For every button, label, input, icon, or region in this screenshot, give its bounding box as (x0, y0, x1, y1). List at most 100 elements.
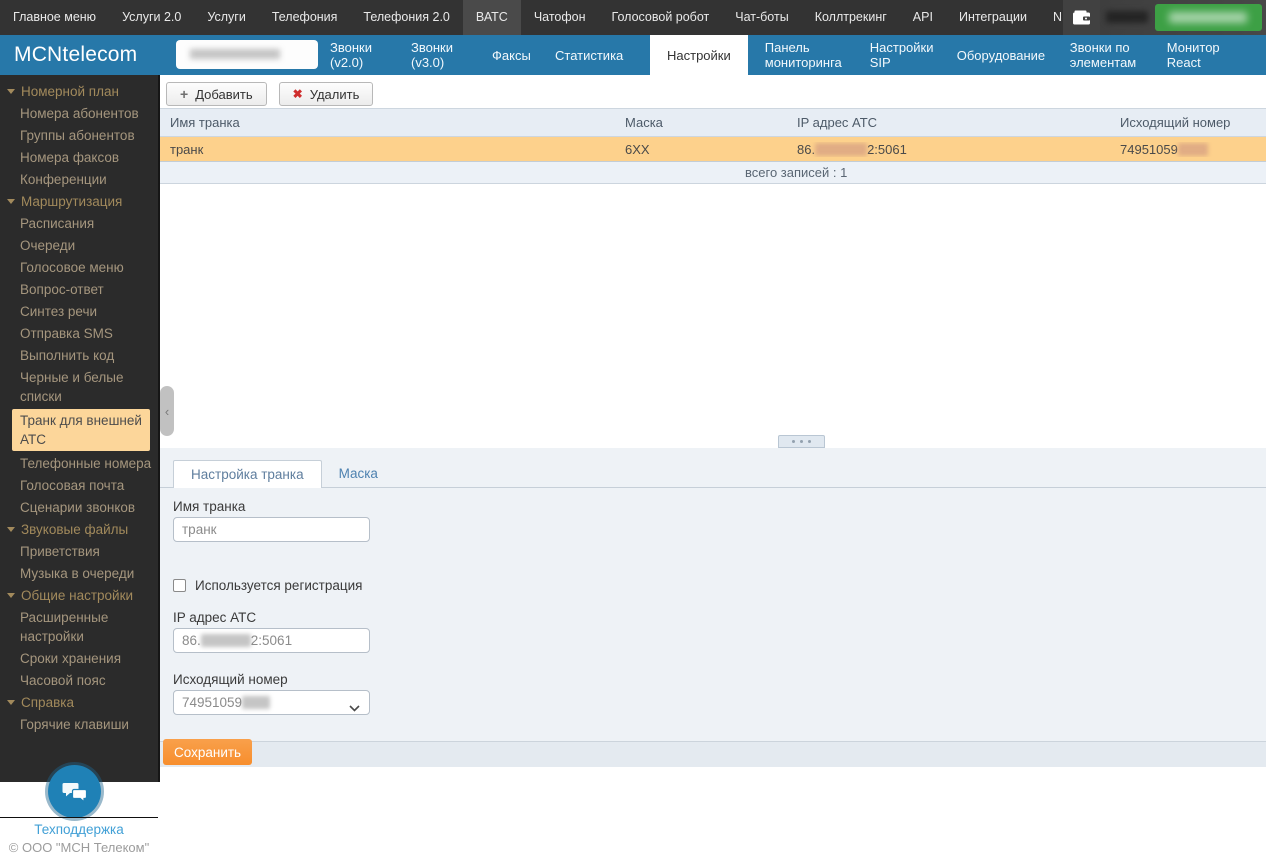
number-value-prefix: 74951059 (182, 695, 242, 710)
sidebar-item-greetings[interactable]: Приветствия (0, 541, 158, 562)
topnav-calltracking[interactable]: Коллтрекинг (802, 0, 900, 35)
registration-label: Используется регистрация (195, 578, 362, 593)
trunk-settings-form: Имя транка транк Используется регистраци… (160, 499, 1266, 715)
brand-bar: MCNtelecom Звонки (v2.0) Звонки (v3.0) Ф… (0, 35, 1266, 75)
cell-outgoing-number: 74951059 (1110, 142, 1266, 157)
topnav-vats[interactable]: ВАТС (463, 0, 521, 35)
sidebar-collapse-handle[interactable]: ‹ (160, 386, 174, 436)
delete-button[interactable]: ✖ Удалить (279, 82, 374, 106)
sidebar-section-routing[interactable]: Маршрутизация (0, 191, 158, 212)
add-button[interactable]: + Добавить (166, 82, 267, 106)
tab-sip-settings[interactable]: Настройки SIP (870, 35, 940, 75)
sidebar-section-number-plan[interactable]: Номерной план (0, 81, 158, 102)
support-link[interactable]: Техподдержка (0, 822, 158, 837)
sidebar-item-phone-numbers[interactable]: Телефонные номера (0, 453, 158, 474)
sidebar-item-schedules[interactable]: Расписания (0, 213, 158, 234)
panel-footer: Сохранить (160, 741, 1266, 767)
sidebar-item-advanced-settings[interactable]: Расширенные настройки (0, 607, 158, 647)
column-header-outgoing-number[interactable]: Исходящий номер (1110, 115, 1266, 130)
column-header-trunk-name[interactable]: Имя транка (160, 115, 615, 130)
topnav-api[interactable]: API (900, 0, 946, 35)
sidebar-item-conferences[interactable]: Конференции (0, 169, 158, 190)
delete-button-label: Удалить (310, 87, 360, 102)
add-button-label: Добавить (195, 87, 252, 102)
sidebar-section-label: Справка (21, 693, 74, 712)
column-header-pbx-ip[interactable]: IP адрес АТС (787, 115, 1110, 130)
column-header-mask[interactable]: Маска (615, 115, 787, 130)
drag-handle-dot (808, 440, 811, 443)
tab-settings[interactable]: Настройки (650, 35, 748, 75)
sidebar-section-general-settings[interactable]: Общие настройки (0, 585, 158, 606)
topnav-voice-robot[interactable]: Голосовой робот (599, 0, 723, 35)
tab-equipment[interactable]: Оборудование (957, 35, 1053, 75)
sidebar-item-black-white-lists[interactable]: Черные и белые списки (0, 367, 158, 407)
tab-calls-by-elements[interactable]: Звонки по элементам (1070, 35, 1150, 75)
pbx-ip-input[interactable]: 86. 2:5061 (173, 628, 370, 653)
tab-trunk-settings[interactable]: Настройка транка (173, 460, 322, 488)
tab-calls-v2[interactable]: Звонки (v2.0) (330, 35, 394, 75)
redacted-text-blur (190, 49, 280, 59)
sidebar-item-call-scenarios[interactable]: Сценарии звонков (0, 497, 158, 518)
cell-pbx-ip: 86.2:5061 (787, 142, 1110, 157)
record-count-text: всего записей : 1 (745, 165, 847, 180)
outgoing-number-select[interactable]: 74951059 (173, 690, 370, 715)
topup-button-redacted[interactable] (1155, 4, 1262, 31)
table-summary-row: всего записей : 1 (160, 162, 1266, 184)
trunk-name-value: транк (182, 522, 217, 537)
sidebar-item-subscriber-groups[interactable]: Группы абонентов (0, 125, 158, 146)
topnav-services-2[interactable]: Услуги 2.0 (109, 0, 194, 35)
sidebar-section-help[interactable]: Справка (0, 692, 158, 713)
support-chat-button[interactable] (48, 765, 101, 818)
sidebar-item-send-sms[interactable]: Отправка SMS (0, 323, 158, 344)
topnav-chat-bots[interactable]: Чат-боты (722, 0, 801, 35)
tab-faxes[interactable]: Факсы (492, 35, 538, 75)
outgoing-number-label: Исходящий номер (173, 672, 1266, 687)
sidebar-item-speech-synthesis[interactable]: Синтез речи (0, 301, 158, 322)
ip-value-suffix: 2:5061 (251, 633, 292, 648)
sidebar-section-sound-files[interactable]: Звуковые файлы (0, 519, 158, 540)
topnav-main-menu[interactable]: Главное меню (0, 0, 109, 35)
tab-mask[interactable]: Маска (322, 461, 395, 487)
table-row[interactable]: транк 6XX 86.2:5061 74951059 (160, 137, 1266, 162)
sidebar-section-label: Звуковые файлы (21, 520, 128, 539)
sidebar-item-timezone[interactable]: Часовой пояс (0, 670, 158, 691)
topnav-telephony[interactable]: Телефония (259, 0, 351, 35)
sidebar-item-trunk-external-pbx[interactable]: Транк для внешней АТС (12, 409, 150, 451)
sidebar-item-hotkeys[interactable]: Горячие клавиши (0, 714, 158, 735)
tab-monitor-react[interactable]: Монитор React (1167, 35, 1229, 75)
redacted-number-blur (1178, 143, 1208, 156)
chevron-down-icon (7, 700, 15, 705)
chevron-down-icon (7, 199, 15, 204)
sidebar-item-voicemail[interactable]: Голосовая почта (0, 475, 158, 496)
sidebar: Номерной план Номера абонентов Группы аб… (0, 75, 160, 782)
tab-monitoring-panel[interactable]: Панель мониторинга (765, 35, 853, 75)
sidebar-item-question-answer[interactable]: Вопрос-ответ (0, 279, 158, 300)
module-tabs: Звонки (v2.0) Звонки (v3.0) Факсы Статис… (330, 35, 1229, 75)
topnav-services[interactable]: Услуги (194, 0, 258, 35)
sidebar-item-queue-music[interactable]: Музыка в очереди (0, 563, 158, 584)
sidebar-item-execute-code[interactable]: Выполнить код (0, 345, 158, 366)
wallet-button[interactable] (1063, 0, 1100, 35)
brand-logo[interactable]: MCNtelecom (14, 35, 137, 75)
registration-checkbox[interactable] (173, 579, 186, 592)
sidebar-item-voice-menu[interactable]: Голосовое меню (0, 257, 158, 278)
sidebar-item-fax-numbers[interactable]: Номера факсов (0, 147, 158, 168)
sidebar-item-queues[interactable]: Очереди (0, 235, 158, 256)
sidebar-item-subscriber-numbers[interactable]: Номера абонентов (0, 103, 158, 124)
table-header-row: Имя транка Маска IP адрес АТС Исходящий … (160, 108, 1266, 137)
tab-statistics[interactable]: Статистика (555, 35, 633, 75)
company-name-redacted (176, 40, 318, 69)
topnav-integrations[interactable]: Интеграции (946, 0, 1040, 35)
pbx-ip-label: IP адрес АТС (173, 610, 1266, 625)
tab-calls-v3[interactable]: Звонки (v3.0) (411, 35, 475, 75)
save-button[interactable]: Сохранить (163, 739, 252, 765)
topnav-telephony-2[interactable]: Телефония 2.0 (350, 0, 462, 35)
grid-toolbar: + Добавить ✖ Удалить (160, 75, 1266, 108)
redacted-ip-blur (201, 634, 251, 647)
sidebar-divider (0, 817, 158, 818)
topnav-chatofon[interactable]: Чатофон (521, 0, 599, 35)
splitter-drag-handle[interactable] (778, 435, 825, 448)
trunk-name-input[interactable]: транк (173, 517, 370, 542)
ip-value-prefix: 86. (182, 633, 201, 648)
sidebar-item-retention-periods[interactable]: Сроки хранения (0, 648, 158, 669)
